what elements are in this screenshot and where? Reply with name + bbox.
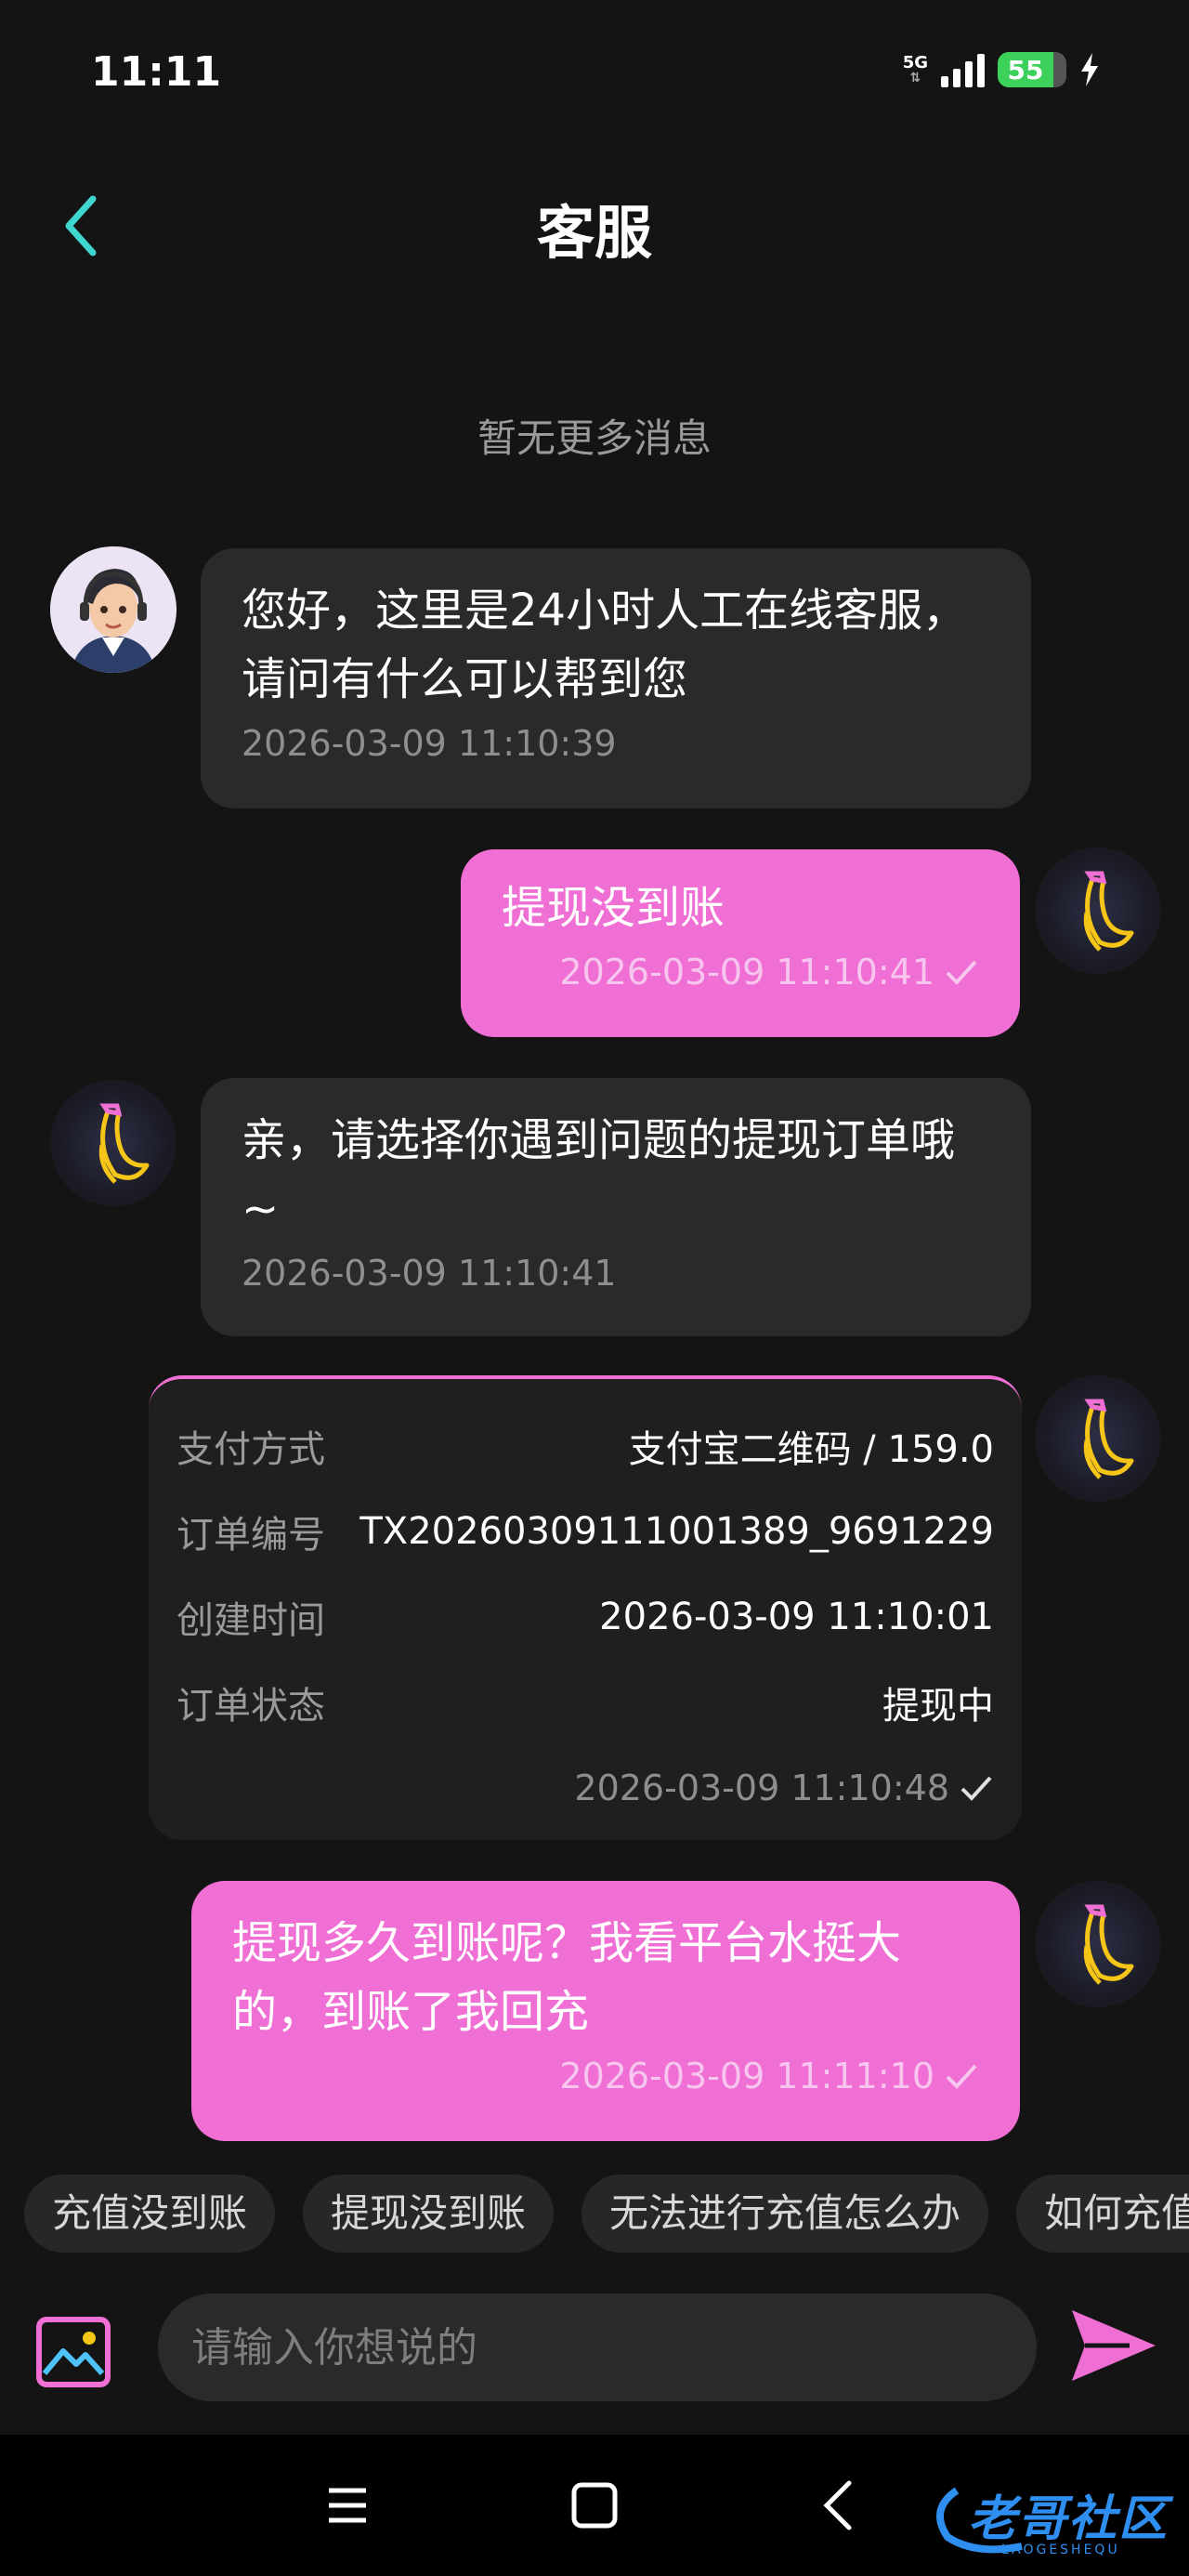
status-icons: 5G ⇅ 55 — [903, 52, 1100, 87]
message-time: 2026-03-09 11:10:48 — [574, 1768, 949, 1808]
order-label: 订单状态 — [176, 1685, 325, 1728]
network-indicator: 5G ⇅ — [903, 55, 928, 85]
message-text: 提现多久到账呢？我看平台水挺大的，到账了我回充 — [232, 1917, 902, 2038]
status-time: 11:11 — [91, 48, 222, 96]
order-row-status: 订单状态 提现中 — [176, 1660, 994, 1745]
message-time: 2026-03-09 11:10:39 — [242, 723, 617, 764]
order-row-number: 订单编号 TX20260309111001389_9691229 — [176, 1489, 994, 1574]
order-label: 订单编号 — [176, 1514, 325, 1557]
order-label: 创建时间 — [176, 1599, 325, 1642]
order-label: 支付方式 — [176, 1428, 325, 1471]
quick-replies: 充值没到账 提现没到账 无法进行充值怎么办 如何充值 — [24, 2175, 1189, 2253]
message-text: 亲，请选择你遇到问题的提现订单哦~ — [242, 1114, 956, 1235]
data-arrows-icon: ⇅ — [909, 71, 921, 85]
message-text: 提现没到账 — [502, 882, 725, 934]
agent-avatar — [50, 546, 176, 673]
order-row-payment: 支付方式 支付宝二维码 / 159.0 — [176, 1403, 994, 1489]
page-title: 客服 — [536, 199, 652, 267]
order-value: TX20260309111001389_9691229 — [359, 1510, 994, 1553]
quick-reply-chip[interactable]: 无法进行充值怎么办 — [581, 2175, 989, 2253]
network-label: 5G — [902, 53, 928, 72]
watermark-text: 老哥社区 — [968, 2491, 1169, 2547]
sent-check-icon — [960, 1776, 992, 1801]
home-icon[interactable] — [570, 2481, 619, 2530]
user-avatar — [1035, 1881, 1161, 2007]
battery-level: 55 — [998, 52, 1053, 87]
quick-reply-chip[interactable]: 提现没到账 — [303, 2175, 555, 2253]
user-avatar — [1035, 848, 1161, 974]
user-avatar — [1035, 1375, 1161, 1502]
watermark-subtext: LAOGESHEQU — [1001, 2543, 1120, 2557]
send-icon[interactable] — [1065, 2297, 1161, 2394]
message-time: 2026-03-09 11:11:10 — [559, 2056, 934, 2096]
message-time: 2026-03-09 11:10:41 — [559, 952, 934, 992]
sent-check-icon — [946, 960, 977, 985]
quick-reply-chip[interactable]: 充值没到账 — [24, 2175, 276, 2253]
battery-icon: 55 — [998, 52, 1066, 87]
charging-icon — [1081, 53, 1098, 86]
nav-back-icon[interactable] — [819, 2479, 856, 2531]
order-value: 提现中 — [882, 1685, 994, 1728]
image-upload-icon[interactable] — [33, 2312, 113, 2392]
quick-reply-chip[interactable]: 如何充值 — [1016, 2175, 1189, 2253]
order-value: 2026-03-09 11:10:01 — [599, 1596, 994, 1638]
message-bubble-outgoing: 提现多久到账呢？我看平台水挺大的，到账了我回充 2026-03-09 11:11… — [191, 1881, 1020, 2141]
signal-icon — [941, 52, 985, 87]
order-card[interactable]: 支付方式 支付宝二维码 / 159.0 订单编号 TX2026030911100… — [149, 1375, 1022, 1840]
no-more-messages: 暂无更多消息 — [477, 415, 712, 461]
agent-avatar — [50, 1080, 176, 1206]
message-text: 您好，这里是24小时人工在线客服，请问有什么可以帮到您 — [242, 585, 968, 705]
message-bubble-outgoing: 提现没到账 2026-03-09 11:10:41 — [461, 849, 1020, 1037]
order-row-created: 创建时间 2026-03-09 11:10:01 — [176, 1574, 994, 1660]
message-bubble-incoming: 您好，这里是24小时人工在线客服，请问有什么可以帮到您 2026-03-09 1… — [201, 548, 1031, 808]
message-time: 2026-03-09 11:10:41 — [242, 1253, 617, 1294]
menu-icon[interactable] — [325, 2483, 370, 2528]
sent-check-icon — [946, 2064, 977, 2089]
message-bubble-incoming: 亲，请选择你遇到问题的提现订单哦~ 2026-03-09 11:10:41 — [201, 1078, 1031, 1336]
order-value: 支付宝二维码 / 159.0 — [628, 1428, 994, 1471]
message-input[interactable] — [158, 2293, 1037, 2401]
